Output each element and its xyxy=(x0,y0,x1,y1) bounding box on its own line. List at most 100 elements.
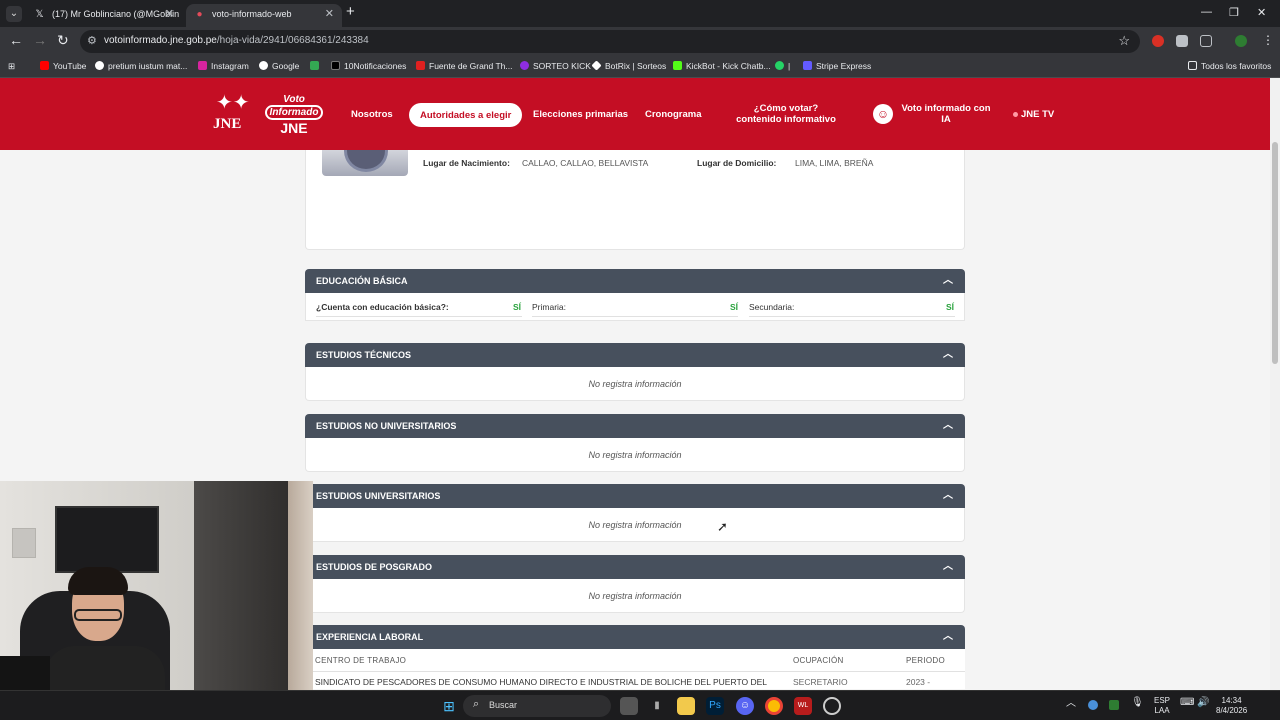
tab-title: voto-informado-web xyxy=(212,9,292,19)
wall-outlet xyxy=(12,528,36,558)
bookmark-stripe-express[interactable]: Stripe Express xyxy=(803,61,871,71)
forward-icon[interactable]: → xyxy=(33,32,47,48)
nav-cronograma[interactable]: Cronograma xyxy=(645,78,701,150)
task-view-icon[interactable] xyxy=(620,697,638,715)
workplace-cell: SINDICATO DE PESCADORES DE CONSUMO HUMAN… xyxy=(315,677,767,687)
bookmark-botrix[interactable]: BotRix | Sorteos xyxy=(591,60,666,71)
clock[interactable]: 14:34 8/4/2026 xyxy=(1216,696,1247,716)
residence-label: Lugar de Domicilio: xyxy=(697,158,777,168)
section-header[interactable]: ESTUDIOS TÉCNICOS ︿ xyxy=(305,343,965,367)
reload-icon[interactable]: ↻ xyxy=(57,32,69,49)
live-dot-icon xyxy=(1013,111,1018,117)
section-estudios-tecnicos: ESTUDIOS TÉCNICOS ︿ No registra informac… xyxy=(305,343,965,401)
empty-message: No registra información xyxy=(305,438,965,472)
youtube-icon xyxy=(40,61,49,70)
section-header[interactable]: ESTUDIOS UNIVERSITARIOS ︿ xyxy=(305,484,965,508)
bookmark-youtube[interactable]: YouTube xyxy=(40,61,86,71)
tab-voto-informado[interactable]: ● voto-informado-web ✕ xyxy=(186,4,342,27)
close-window-icon[interactable]: ✕ xyxy=(1257,6,1266,19)
scrollbar-thumb[interactable] xyxy=(1272,142,1278,364)
bookmarks-bar: ⊞ YouTube pretium iustum mat... Instagra… xyxy=(0,56,1280,78)
bookmark-pretium[interactable]: pretium iustum mat... xyxy=(95,61,187,71)
profile-avatar[interactable] xyxy=(1235,35,1247,47)
chevron-up-icon[interactable]: ︿ xyxy=(943,269,953,293)
app-icon[interactable] xyxy=(823,697,841,715)
page-scrollbar[interactable] xyxy=(1270,78,1280,690)
volume-icon[interactable]: 🔊 xyxy=(1197,698,1209,708)
google-icon xyxy=(95,61,104,70)
chevron-up-icon[interactable]: ︿ xyxy=(943,343,953,367)
jne-favicon-icon: ● xyxy=(196,9,203,20)
bookmark-instagram[interactable]: Instagram xyxy=(198,61,249,71)
birthplace-label: Lugar de Nacimiento: xyxy=(423,158,510,168)
app-icon[interactable]: WL xyxy=(794,697,812,715)
nav-voto-informado-ia[interactable]: ☺ Voto informado con IA xyxy=(873,78,991,150)
chevron-up-icon[interactable]: ︿ xyxy=(943,484,953,508)
table-row: SINDICATO DE PESCADORES DE CONSUMO HUMAN… xyxy=(305,671,965,689)
chrome-icon[interactable] xyxy=(765,697,783,715)
section-estudios-posgrado: ESTUDIOS DE POSGRADO ︿ No registra infor… xyxy=(305,555,965,613)
column-header: OCUPACIÓN xyxy=(793,656,844,665)
bookmark-sorteo-kick[interactable]: SORTEO KICK xyxy=(520,61,591,71)
language-indicator[interactable]: ESP LAA xyxy=(1154,696,1170,716)
bookmark-favicon-icon xyxy=(416,61,425,70)
bookmark-untitled[interactable] xyxy=(310,61,323,71)
nav-elecciones-primarias[interactable]: Elecciones primarias xyxy=(533,78,628,150)
stripe-icon xyxy=(803,61,812,70)
restore-icon[interactable]: ❐ xyxy=(1229,6,1239,19)
windows-start-icon[interactable]: ⊞ xyxy=(440,697,458,715)
section-header[interactable]: EXPERIENCIA LABORAL ︿ xyxy=(305,625,965,649)
basic-education-row: ¿Cuenta con educación básica?: SÍ Primar… xyxy=(305,293,965,321)
bookmark-whatsapp[interactable]: | xyxy=(775,61,790,71)
close-tab-icon[interactable]: ✕ xyxy=(325,4,334,24)
more-menu-icon[interactable]: ⋮ xyxy=(1262,33,1274,47)
nav-jne-tv[interactable]: JNE TV xyxy=(1013,78,1054,150)
photoshop-icon[interactable]: Ps xyxy=(706,697,724,715)
chevron-up-icon[interactable]: ︿ xyxy=(1066,699,1076,709)
back-icon[interactable]: ← xyxy=(9,32,23,48)
chevron-up-icon[interactable]: ︿ xyxy=(943,555,953,579)
bookmark-kickbot[interactable]: KickBot - Kick Chatb... xyxy=(673,61,771,71)
period-cell: 2023 - xyxy=(906,677,931,687)
new-tab-button[interactable]: + xyxy=(346,3,355,20)
tab-search-button[interactable]: ⌄ xyxy=(6,6,22,22)
site-info-icon[interactable]: ⚙ xyxy=(87,34,97,47)
address-bar[interactable]: ⚙ votoinformado.jne.gob.pe/hoja-vida/294… xyxy=(80,30,1140,53)
webcam-overlay xyxy=(0,481,313,690)
taskbar-search[interactable]: ⌕ Buscar xyxy=(463,695,611,717)
extension-icon[interactable] xyxy=(1176,35,1188,47)
chevron-up-icon[interactable]: ︿ xyxy=(943,625,953,649)
all-bookmarks-folder[interactable]: Todos los favoritos xyxy=(1188,61,1271,71)
tray-app-icon[interactable] xyxy=(1088,700,1098,710)
site-header: ✦✦ JNE Voto Informado JNE Nosotros Autor… xyxy=(0,78,1270,150)
nav-autoridades-a-elegir[interactable]: Autoridades a elegir xyxy=(409,103,523,127)
section-header[interactable]: EDUCACIÓN BÁSICA ︿ xyxy=(305,269,965,293)
minimize-icon[interactable]: — xyxy=(1201,6,1212,18)
tab-twitter[interactable]: 𝕏 (17) Mr Goblinciano (@MGoblin ✕ xyxy=(26,4,182,27)
tray-app-icon[interactable] xyxy=(1109,700,1119,710)
microphone-icon[interactable]: 🎙 xyxy=(1131,698,1144,708)
bookmark-star-icon[interactable]: ☆ xyxy=(1118,33,1130,49)
discord-icon[interactable]: ☺ xyxy=(736,697,754,715)
wall-tv xyxy=(55,506,159,573)
apps-grid-icon[interactable]: ⊞ xyxy=(8,61,15,72)
file-explorer-icon[interactable] xyxy=(677,697,695,715)
nav-como-votar[interactable]: ¿Cómo votar? contenido informativo xyxy=(730,78,842,150)
candidate-profile-card: Lugar de Nacimiento: CALLAO, CALLAO, BEL… xyxy=(305,150,965,250)
extensions-puzzle-icon[interactable] xyxy=(1200,35,1212,47)
chevron-up-icon[interactable]: ︿ xyxy=(943,414,953,438)
bookmark-google[interactable]: Google xyxy=(259,61,299,71)
voto-informado-logo[interactable]: Voto Informado JNE xyxy=(265,94,323,138)
app-icon[interactable]: ▮ xyxy=(648,697,666,715)
section-header[interactable]: ESTUDIOS DE POSGRADO ︿ xyxy=(305,555,965,579)
bookmark-fuente-gta[interactable]: Fuente de Grand Th... xyxy=(416,61,512,71)
robot-icon: ☺ xyxy=(873,104,893,124)
close-tab-icon[interactable]: ✕ xyxy=(165,4,174,24)
section-header[interactable]: ESTUDIOS NO UNIVERSITARIOS ︿ xyxy=(305,414,965,438)
jne-logo[interactable]: ✦✦ JNE xyxy=(210,92,258,138)
bookmark-10notificaciones[interactable]: 10Notificaciones xyxy=(331,61,406,71)
network-icon[interactable]: ⌨ xyxy=(1180,698,1194,708)
nav-nosotros[interactable]: Nosotros xyxy=(351,78,393,150)
browser-toolbar: ← → ↻ ⚙ votoinformado.jne.gob.pe/hoja-vi… xyxy=(0,27,1280,56)
extension-icon[interactable] xyxy=(1152,35,1164,47)
